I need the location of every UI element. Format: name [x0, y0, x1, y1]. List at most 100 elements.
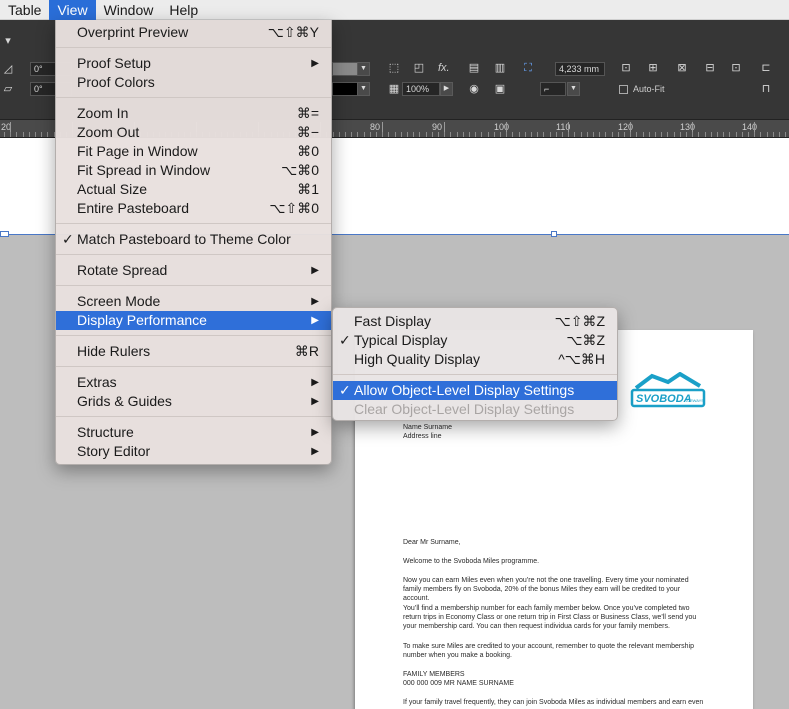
- submenu-item-typical-display[interactable]: ✓ Typical Display ⌥⌘Z: [333, 331, 617, 350]
- menu-item-extras[interactable]: Extras ▶: [56, 373, 331, 392]
- ruler-minor-tick: [382, 132, 383, 137]
- shortcut: ⌥⇧⌘Y: [267, 24, 319, 40]
- menu-item-match-pasteboard[interactable]: ✓ Match Pasteboard to Theme Color: [56, 230, 331, 249]
- menu-item-screen-mode[interactable]: Screen Mode ▶: [56, 292, 331, 311]
- menu-item-fit-spread[interactable]: Fit Spread in Window ⌥⌘0: [56, 161, 331, 180]
- menu-view[interactable]: View: [49, 0, 96, 20]
- align-top-icon[interactable]: ⊓: [758, 82, 774, 96]
- corner-shape-field[interactable]: ⌐: [540, 82, 566, 96]
- menu-item-label: Proof Setup: [77, 55, 151, 71]
- shortcut: ⌥⇧⌘Z: [554, 313, 605, 329]
- shortcut: ⌥⇧⌘0: [269, 200, 319, 216]
- fit-frame-icon[interactable]: ⊞: [645, 61, 661, 75]
- align-left-icon[interactable]: ⊏: [758, 61, 774, 75]
- corner-options-icon[interactable]: ⛶: [520, 61, 536, 75]
- ruler-minor-tick: [388, 132, 389, 137]
- submenu-arrow-icon: ▶: [311, 427, 319, 438]
- submenu-arrow-icon: ▶: [311, 265, 319, 276]
- selection-handle-left[interactable]: [0, 231, 9, 237]
- ruler-minor-tick: [494, 132, 495, 137]
- menu-item-label: Allow Object-Level Display Settings: [354, 382, 575, 398]
- ruler-minor-tick: [41, 132, 42, 137]
- fit-content-icon[interactable]: ⊡: [618, 61, 634, 75]
- menu-item-fit-page[interactable]: Fit Page in Window ⌘0: [56, 142, 331, 161]
- checker-icon[interactable]: ▦: [386, 82, 402, 96]
- opacity-arrow-icon[interactable]: ▶: [440, 82, 453, 96]
- menu-item-overprint-preview[interactable]: Overprint Preview ⌥⇧⌘Y: [56, 23, 331, 42]
- ruler-minor-tick: [457, 132, 458, 137]
- svoboda-logo: SVOBODA AIRWAYS: [630, 372, 706, 408]
- menu-item-label: Rotate Spread: [77, 262, 168, 278]
- selection-handle[interactable]: [551, 231, 557, 237]
- menu-separator: [56, 366, 331, 367]
- ruler-minor-tick: [35, 132, 36, 137]
- menu-item-proof-colors[interactable]: Proof Colors: [56, 73, 331, 92]
- center-content-icon[interactable]: ⊠: [674, 61, 690, 75]
- corner-size-field[interactable]: 4,233 mm: [555, 62, 605, 76]
- panel-menu-icon[interactable]: ▾: [0, 34, 16, 48]
- text-wrap-jump-icon[interactable]: ▣: [492, 82, 508, 96]
- shadow-frame-icon[interactable]: ◰: [411, 61, 427, 75]
- ruler-minor-tick: [16, 132, 17, 137]
- ruler-minor-tick: [574, 132, 575, 137]
- ruler-minor-tick: [488, 132, 489, 137]
- fill-frame-icon[interactable]: ⊟: [702, 61, 718, 75]
- menu-item-label: Proof Colors: [77, 74, 155, 90]
- submenu-arrow-icon: ▶: [311, 58, 319, 69]
- letter-salutation: Dear Mr Surname,: [403, 539, 461, 546]
- menu-item-label: Zoom Out: [77, 124, 140, 140]
- menu-item-proof-setup[interactable]: Proof Setup ▶: [56, 54, 331, 73]
- menu-window[interactable]: Window: [96, 0, 162, 20]
- submenu-arrow-icon: ▶: [311, 315, 319, 326]
- menu-item-rotate-spread[interactable]: Rotate Spread ▶: [56, 261, 331, 280]
- submenu-item-allow-object-level[interactable]: ✓ Allow Object-Level Display Settings: [333, 381, 617, 400]
- ruler-minor-tick: [432, 132, 433, 137]
- fill-swatch[interactable]: [332, 62, 358, 76]
- ruler-minor-tick: [29, 132, 30, 137]
- ruler-minor-tick: [370, 132, 371, 137]
- shortcut: ⌘−: [296, 124, 319, 140]
- stroke-dropdown-icon[interactable]: ▼: [357, 82, 370, 96]
- ruler-minor-tick: [562, 132, 563, 137]
- ruler-minor-tick: [624, 132, 625, 137]
- logo-wordmark: SVOBODA: [636, 393, 692, 405]
- ruler-minor-tick: [705, 132, 706, 137]
- menu-item-structure[interactable]: Structure ▶: [56, 423, 331, 442]
- menu-item-actual-size[interactable]: Actual Size ⌘1: [56, 180, 331, 199]
- ruler-minor-tick: [618, 132, 619, 137]
- ruler-minor-tick: [550, 132, 551, 137]
- ruler-minor-tick: [475, 132, 476, 137]
- menu-item-zoom-in[interactable]: Zoom In ⌘=: [56, 104, 331, 123]
- text-wrap-none-icon[interactable]: ▤: [466, 61, 482, 75]
- ruler-minor-tick: [419, 132, 420, 137]
- shear-angle-icon: ▱: [3, 83, 13, 95]
- menu-item-entire-pasteboard[interactable]: Entire Pasteboard ⌥⇧⌘0: [56, 199, 331, 218]
- effects-icon[interactable]: fx.: [438, 62, 450, 74]
- ruler-minor-tick: [599, 132, 600, 137]
- rotate-angle-icon: ◿: [3, 63, 13, 75]
- menu-item-zoom-out[interactable]: Zoom Out ⌘−: [56, 123, 331, 142]
- menu-item-display-performance[interactable]: Display Performance ▶: [56, 311, 331, 330]
- frame-icon[interactable]: ⬚: [386, 61, 402, 75]
- ruler-minor-tick: [500, 132, 501, 137]
- corner-shape-dropdown-icon[interactable]: ▼: [567, 82, 580, 96]
- menu-item-story-editor[interactable]: Story Editor ▶: [56, 442, 331, 461]
- fit-proportional-icon[interactable]: ⊡: [728, 61, 744, 75]
- menu-help[interactable]: Help: [161, 0, 206, 20]
- shortcut: ⌥⌘0: [281, 162, 319, 178]
- ruler-minor-tick: [426, 132, 427, 137]
- menu-item-grids-guides[interactable]: Grids & Guides ▶: [56, 392, 331, 411]
- auto-fit-checkbox[interactable]: [619, 85, 628, 94]
- ruler-minor-tick: [649, 132, 650, 137]
- stroke-swatch[interactable]: [332, 82, 358, 96]
- opacity-field[interactable]: 100%: [402, 82, 440, 96]
- submenu-item-high-quality-display[interactable]: High Quality Display ^⌥⌘H: [333, 350, 617, 369]
- text-wrap-box-icon[interactable]: ▥: [492, 61, 508, 75]
- menu-table[interactable]: Table: [0, 0, 49, 20]
- text-wrap-shape-icon[interactable]: ◉: [466, 82, 482, 96]
- submenu-item-fast-display[interactable]: Fast Display ⌥⇧⌘Z: [333, 312, 617, 331]
- menu-separator: [56, 254, 331, 255]
- fill-dropdown-icon[interactable]: ▼: [357, 62, 370, 76]
- menu-item-hide-rulers[interactable]: Hide Rulers ⌘R: [56, 342, 331, 361]
- ruler-label: 80: [370, 122, 381, 132]
